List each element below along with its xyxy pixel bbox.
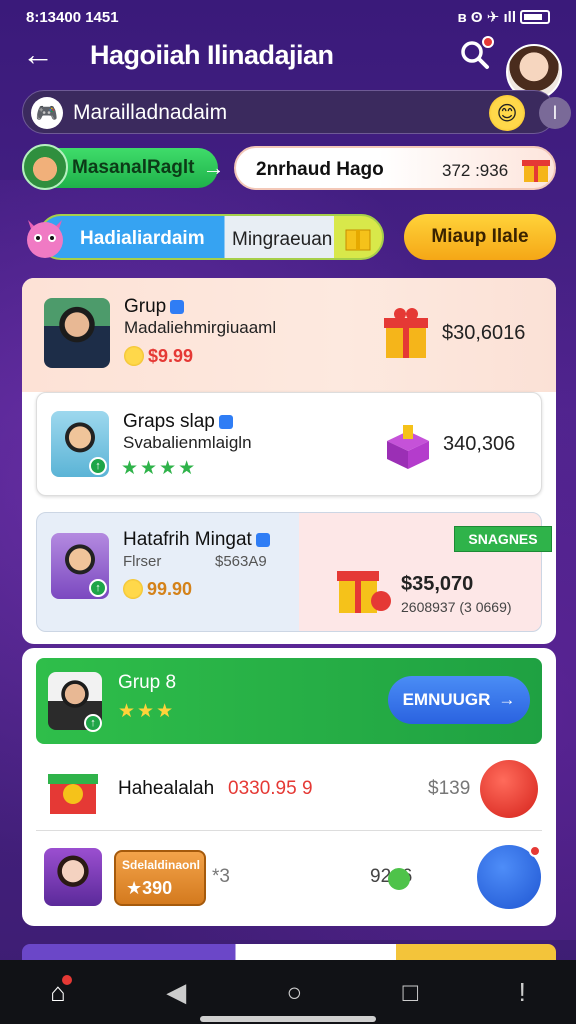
battery-icon	[520, 10, 550, 24]
search-button[interactable]	[458, 36, 494, 72]
status-badge: SNAGNES	[454, 526, 552, 552]
notification-dot	[529, 845, 541, 857]
status-icons: ʙ ʘ ✈ ıll	[458, 8, 550, 26]
gift-icon	[48, 774, 98, 814]
offers-panel: Grup Madaliehmirgiuaaml $9.99 $30,6016 ↑…	[22, 278, 556, 644]
notification-dot	[482, 36, 494, 48]
gesture-handle	[200, 1016, 376, 1022]
arrow-right-icon: →	[202, 155, 225, 180]
add-badge-icon: ↑	[89, 457, 107, 475]
card-sub: Flrser	[123, 553, 162, 570]
top-bar: ← Hagoiiah Ilinadajian	[0, 30, 576, 100]
divider	[36, 830, 542, 831]
chip-row: MasanalRaglt → 2nrhaud Hago 372 :936	[22, 144, 556, 192]
status-bar: 8:13400 1451 ʙ ʘ ✈ ıll	[0, 0, 576, 34]
info-icon[interactable]: !	[519, 977, 526, 1008]
search-bar[interactable]: 🎮 Marailladnadaim 😊 ǀ	[22, 90, 571, 134]
nav-bar: ⌂ ◀ ○ □ !	[0, 960, 576, 1024]
gift-icon	[522, 160, 550, 182]
group-panel: ↑ Grup 8 ★★★ EMNUUGR → Hahealalah 0330.9…	[22, 648, 556, 926]
category-pill[interactable]: Hadialiardaim Mingraeuan	[38, 214, 384, 260]
offer-card-2[interactable]: ↑ Graps slap Svabalienmlaigln ★★★★ 340,3…	[36, 392, 542, 496]
gift-box-icon	[387, 425, 429, 469]
user-photo	[44, 848, 102, 906]
list-item[interactable]: Hahealalah 0330.95 9 $139	[22, 748, 556, 830]
card-sub: Svabalienmlaigln	[123, 433, 252, 452]
status-time: 8:13400 1451	[26, 8, 119, 26]
coin-icon	[123, 579, 143, 599]
category-row: Hadialiardaim Mingraeuan Miaup Ilale	[22, 210, 556, 266]
emoji-icon[interactable]: 😊	[489, 95, 525, 131]
tag-pill[interactable]: Sdelaldinaonl ★390	[114, 850, 206, 906]
card-amount: $35,070	[401, 573, 474, 595]
back-arrow-icon[interactable]: ←	[22, 38, 54, 70]
arrow-right-icon: →	[498, 690, 516, 709]
group-banner[interactable]: ↑ Grup 8 ★★★ EMNUUGR →	[36, 658, 542, 744]
list-extra: *3	[212, 866, 230, 887]
yellow-action-button[interactable]: Miaup Ilale	[404, 214, 556, 260]
gift-icon	[337, 571, 391, 613]
mascot-icon	[22, 144, 68, 190]
card-sub-price: $563A9	[215, 553, 267, 570]
search-input[interactable]: Marailladnadaim	[73, 101, 227, 125]
star-rating: ★★★	[118, 701, 176, 722]
coin-icon	[124, 346, 144, 366]
gift-icon	[384, 308, 428, 358]
mic-icon[interactable]: ǀ	[539, 97, 571, 129]
check-icon	[388, 868, 410, 890]
fab-button[interactable]	[474, 842, 544, 912]
back-icon[interactable]: ◀	[166, 977, 186, 1008]
user-photo	[44, 298, 110, 368]
partial-card	[22, 944, 556, 960]
white-chip[interactable]: 2nrhaud Hago 372 :936	[234, 146, 556, 190]
verified-icon	[218, 414, 233, 429]
card-sub: Madaliehmirgiuaaml	[124, 318, 277, 337]
home-circle-icon[interactable]: ○	[287, 977, 303, 1008]
card-name: Hatafrih Mingat	[123, 529, 252, 550]
card-name: Graps slap	[123, 411, 215, 432]
dice-button[interactable]	[480, 760, 538, 818]
home-icon[interactable]: ⌂	[50, 974, 72, 1008]
verified-icon	[255, 532, 270, 547]
card-price: 99.90	[147, 579, 193, 599]
add-badge-icon: ↑	[84, 714, 102, 732]
recents-icon[interactable]: □	[403, 977, 419, 1008]
gift-box-icon	[345, 229, 371, 251]
offer-card-1[interactable]: Grup Madaliehmirgiuaaml $9.99 $30,6016	[22, 278, 556, 392]
list-value: 0330.95 9	[228, 778, 313, 799]
emnuugr-button[interactable]: EMNUUGR →	[388, 676, 530, 724]
card-amount: $30,6016	[442, 322, 526, 344]
list-label: Hahealalah	[118, 778, 215, 799]
list-price: $139	[428, 778, 471, 799]
verified-icon	[170, 299, 185, 314]
card-price: $9.99	[148, 346, 194, 366]
group-name: Grup 8	[118, 672, 177, 693]
star-rating: ★★★★	[121, 458, 198, 479]
notification-dot	[61, 974, 72, 985]
add-badge-icon: ↑	[89, 579, 107, 597]
game-controller-icon: 🎮	[31, 97, 63, 129]
card-amount: 340,306	[443, 433, 516, 455]
page-title: Hagoiiah Ilinadajian	[90, 40, 334, 70]
cat-mascot-icon	[27, 220, 63, 258]
card-name: Grup	[124, 296, 167, 317]
card-detail: 2608937 (3 0669)	[401, 599, 512, 615]
